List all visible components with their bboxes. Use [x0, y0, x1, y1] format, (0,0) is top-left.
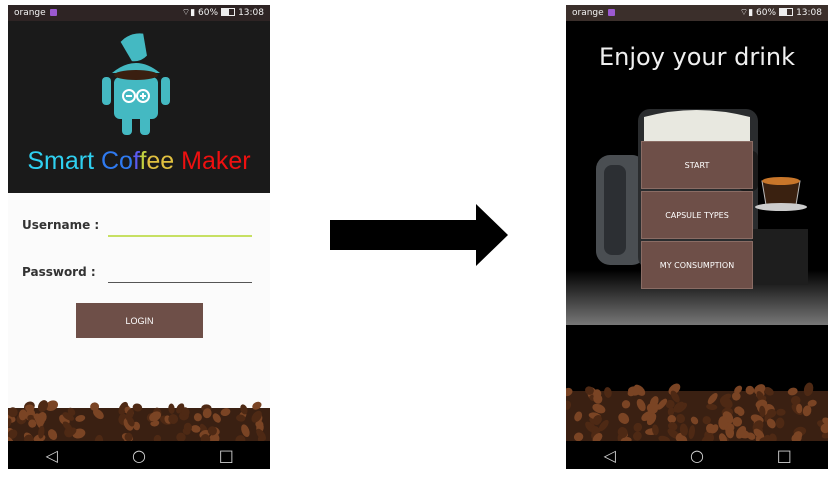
status-bar: orange ⌔▮ 60% 13:08 — [566, 5, 828, 21]
home-icon[interactable]: ○ — [119, 446, 159, 465]
app-header: Smart Coffee Maker — [8, 21, 270, 193]
android-coffee-logo — [102, 33, 170, 135]
carrier-name: orange — [14, 8, 46, 18]
wifi-signal-icon: ⌔▮ — [181, 8, 196, 18]
notification-icon — [607, 9, 615, 16]
clock: 13:08 — [238, 8, 264, 18]
wifi-signal-icon: ⌔▮ — [739, 8, 754, 18]
app-title-part: ee — [146, 147, 182, 175]
main-menu-screen: orange ⌔▮ 60% 13:08 Enjoy your drink STAR… — [566, 5, 828, 469]
login-button[interactable]: LOGIN — [76, 303, 203, 338]
main-menu: START CAPSULE TYPES MY CONSUMPTION — [641, 141, 753, 289]
recents-icon[interactable]: □ — [206, 446, 246, 465]
back-icon[interactable]: ◁ — [32, 446, 72, 465]
carrier-name: orange — [572, 8, 604, 18]
username-label: Username : — [22, 218, 100, 232]
battery-icon — [779, 8, 794, 16]
status-bar: orange ⌔▮ 60% 13:08 — [8, 5, 270, 21]
coffee-beans-image — [8, 400, 270, 442]
clock: 13:08 — [796, 8, 822, 18]
username-input[interactable] — [108, 217, 252, 237]
navigation-bar: ◁ ○ □ — [566, 441, 828, 469]
coffee-beans-image — [566, 382, 828, 441]
battery-icon — [221, 8, 236, 16]
app-title-part: Smart — [27, 147, 101, 175]
arrow-right-icon — [330, 204, 508, 266]
password-label: Password : — [22, 265, 96, 279]
notification-icon — [49, 9, 57, 16]
coffee-bean — [775, 417, 785, 429]
back-icon[interactable]: ◁ — [590, 446, 630, 465]
menu-item-capsule-types[interactable]: CAPSULE TYPES — [641, 191, 753, 239]
password-input[interactable] — [108, 264, 252, 283]
screen-title: Enjoy your drink — [598, 43, 796, 71]
battery-percent: 60% — [756, 8, 777, 18]
home-icon[interactable]: ○ — [677, 446, 717, 465]
app-title: Smart Coffee Maker — [8, 147, 270, 176]
app-title-part: Co — [100, 147, 133, 175]
app-title-part: Maker — [181, 147, 251, 175]
battery-percent: 60% — [198, 8, 219, 18]
navigation-bar: ◁ ○ □ — [8, 441, 270, 469]
menu-item-start[interactable]: START — [641, 141, 753, 189]
menu-item-my-consumption[interactable]: MY CONSUMPTION — [641, 241, 753, 289]
login-screen: orange ⌔▮ 60% 13:08 Smart Coffee Maker U… — [8, 5, 270, 469]
recents-icon[interactable]: □ — [764, 446, 804, 465]
